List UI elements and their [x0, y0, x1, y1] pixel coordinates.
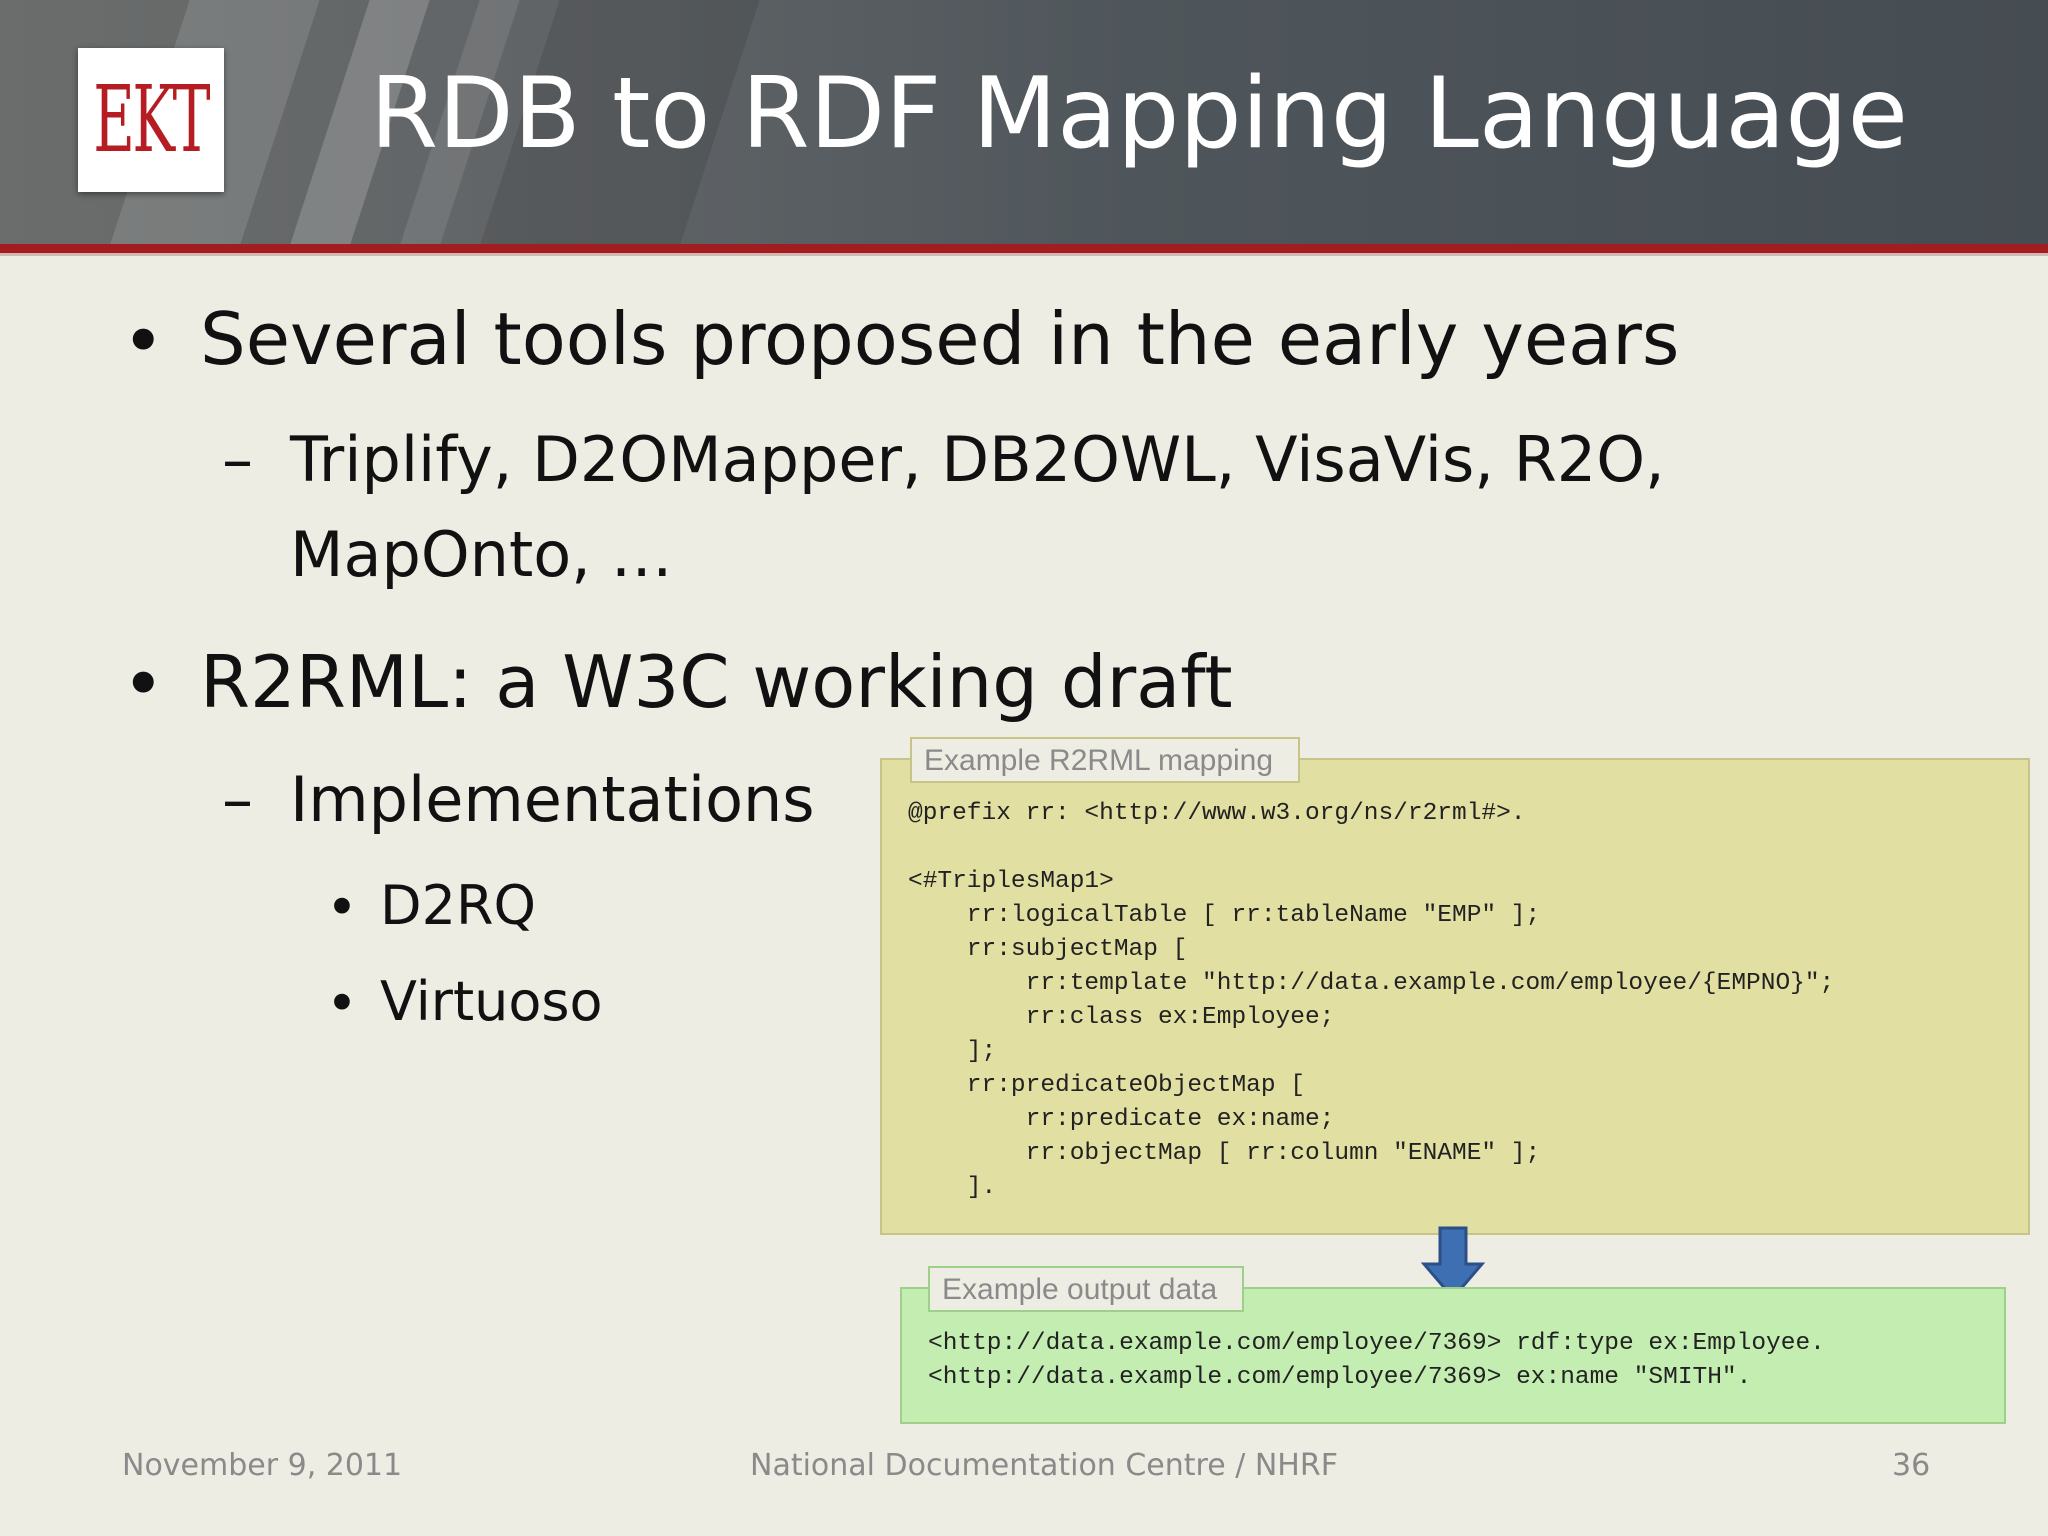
implementation-item: D2RQ [380, 874, 536, 937]
footer-date: November 9, 2011 [122, 1448, 403, 1483]
bullet-2-text: R2RML: a W3C working draft [200, 640, 1233, 724]
logo-text: EKT [93, 66, 211, 173]
bullet-marker: • [122, 642, 165, 726]
footer-organization: National Documentation Centre / NHRF [750, 1448, 1338, 1483]
bullet-marker: • [326, 972, 358, 1035]
r2rml-mapping-label: Example R2RML mapping [910, 737, 1300, 783]
slide-title: RDB to RDF Mapping Language [370, 57, 1908, 171]
implementations-label: Implementations [290, 763, 815, 836]
output-data-code: <http://data.example.com/employee/7369> … [928, 1330, 1825, 1391]
dash-marker: – [222, 763, 253, 836]
output-data-label: Example output data [928, 1266, 1244, 1312]
page-number: 36 [1892, 1448, 1931, 1483]
bullet-marker: • [326, 876, 358, 939]
tools-list-line-2: MapOnto, … [290, 518, 673, 591]
bullet-marker: • [122, 299, 165, 383]
bullet-1-text: Several tools proposed in the early year… [200, 297, 1680, 381]
ekt-logo: EKT [78, 48, 224, 192]
implementation-item: Virtuoso [380, 970, 603, 1033]
header-rule [0, 244, 2048, 256]
r2rml-mapping-code: @prefix rr: <http://www.w3.org/ns/r2rml#… [908, 800, 1835, 1201]
dash-marker: – [222, 423, 253, 496]
tools-list-line-1: Triplify, D2OMapper, DB2OWL, VisaVis, R2… [290, 423, 1665, 496]
